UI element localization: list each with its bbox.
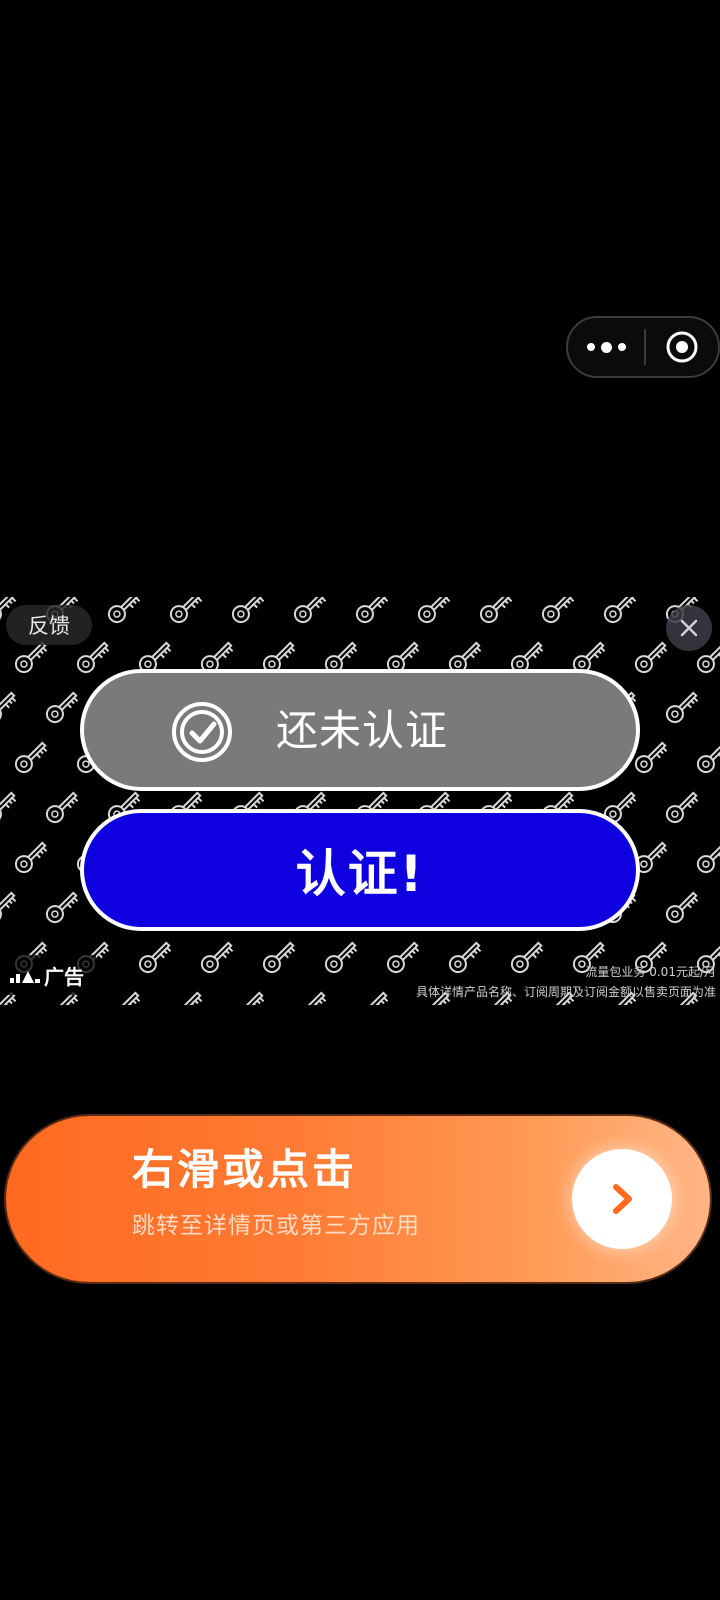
key-icon: [14, 741, 48, 774]
verify-button-label: 认证!: [295, 845, 425, 903]
key-icon: [45, 791, 79, 824]
close-x-icon: [680, 619, 698, 637]
key-icon: [541, 597, 575, 624]
swipe-cta-button[interactable]: 右滑或点击 跳转至详情页或第三方应用: [6, 1116, 710, 1282]
key-icon: [138, 941, 172, 974]
verification-status-pill: 还未认证: [80, 669, 640, 791]
feedback-label: 反馈: [28, 614, 70, 638]
key-icon: [200, 941, 234, 974]
key-icon: [0, 691, 17, 724]
key-icon: [169, 597, 203, 624]
more-button[interactable]: [568, 318, 644, 376]
key-icon: [510, 941, 544, 974]
key-icon: [0, 791, 17, 824]
cta-title: 右滑或点击: [132, 1145, 358, 1194]
screen: 反馈 还未认证 认证! 广告 流量包业务 0.01元起/月 具体详情产品名称、订…: [0, 0, 720, 1600]
key-icon: [306, 991, 327, 1005]
key-icon: [696, 741, 720, 774]
key-icon: [244, 991, 265, 1005]
more-dots-icon-center: [600, 341, 612, 353]
ad-close-button[interactable]: [666, 605, 712, 651]
key-icon: [417, 597, 451, 624]
key-icon: [368, 991, 389, 1005]
key-icon: [355, 597, 389, 624]
key-icon: [120, 991, 141, 1005]
ad-tag: 广告: [0, 955, 96, 995]
more-dots-icon-right: [617, 343, 626, 351]
key-icon: [0, 891, 17, 924]
key-icon: [182, 991, 203, 1005]
key-icon: [386, 941, 420, 974]
miniprogram-capsule: [566, 316, 720, 378]
key-icon: [696, 841, 720, 874]
key-icon: [603, 597, 637, 624]
cta-subtitle: 跳转至详情页或第三方应用: [132, 1213, 420, 1239]
verify-button[interactable]: 认证!: [80, 809, 640, 931]
key-pattern-background: [0, 597, 720, 1005]
key-icon: [45, 691, 79, 724]
key-icon: [665, 891, 699, 924]
more-dots-icon: [586, 343, 595, 351]
disclaimer-line-1: 流量包业务 0.01元起/月: [585, 965, 716, 979]
swipe-handle[interactable]: [572, 1149, 672, 1249]
ad-tag-label: 广告: [44, 964, 84, 989]
key-icon: [665, 691, 699, 724]
feedback-button[interactable]: 反馈: [6, 605, 92, 645]
target-close-icon: [666, 331, 698, 363]
key-icon: [324, 941, 358, 974]
check-circle-icon: [170, 700, 234, 764]
key-icon: [107, 597, 141, 624]
close-miniprogram-button[interactable]: [646, 318, 718, 376]
key-icon: [448, 941, 482, 974]
ad-logo-icon: [10, 971, 40, 983]
key-icon: [479, 597, 513, 624]
status-label: 还未认证: [276, 706, 449, 755]
key-icon: [45, 891, 79, 924]
key-icon: [293, 597, 327, 624]
key-icon: [665, 791, 699, 824]
key-icon: [14, 841, 48, 874]
key-icon: [76, 641, 110, 674]
disclaimer-line-2: 具体详情产品名称、订阅周期及订阅金额以售卖页面为准: [415, 985, 716, 999]
ad-banner[interactable]: 反馈 还未认证 认证! 广告 流量包业务 0.01元起/月 具体详情产品名称、订…: [0, 597, 720, 1005]
key-icon: [634, 641, 668, 674]
key-icon: [262, 941, 296, 974]
key-icon: [231, 597, 265, 624]
chevron-right-icon: [613, 1184, 632, 1214]
